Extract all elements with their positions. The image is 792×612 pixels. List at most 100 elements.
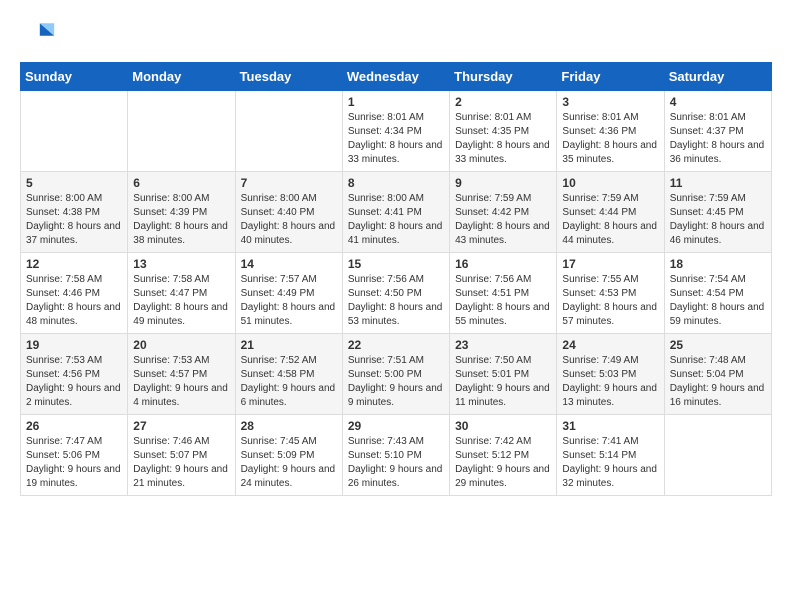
day-info-line: Sunrise: 7:54 AM bbox=[670, 273, 766, 287]
calendar-cell: 9Sunrise: 7:59 AMSunset: 4:42 PMDaylight… bbox=[450, 172, 557, 253]
calendar-cell bbox=[128, 91, 235, 172]
day-info-line: Daylight: 9 hours and 13 minutes. bbox=[562, 382, 658, 410]
day-info-line: Sunset: 4:41 PM bbox=[348, 206, 444, 220]
day-info-line: Sunrise: 7:47 AM bbox=[26, 435, 122, 449]
day-info-line: Daylight: 8 hours and 48 minutes. bbox=[26, 301, 122, 329]
day-info-line: Sunrise: 7:59 AM bbox=[562, 192, 658, 206]
day-info-line: Sunrise: 7:58 AM bbox=[133, 273, 229, 287]
day-info-line: Daylight: 8 hours and 46 minutes. bbox=[670, 220, 766, 248]
week-row-4: 19 Sunrise: 7:53 AM Sunset: 4:56 PM Dayligh… bbox=[21, 334, 772, 415]
day-info-line: Sunset: 4:56 PM bbox=[26, 368, 122, 382]
week-row-1: 1 Sunrise: 8:01 AM Sunset: 4:34 PM Daylight… bbox=[21, 91, 772, 172]
day-info-line: Sunrise: 8:01 AM bbox=[670, 111, 766, 125]
day-info-line: Daylight: 8 hours and 53 minutes. bbox=[348, 301, 444, 329]
day-info-line: Sunrise: 7:57 AM bbox=[241, 273, 337, 287]
calendar-cell: 5Sunrise: 8:00 AMSunset: 4:38 PMDaylight… bbox=[21, 172, 128, 253]
day-info-line: Sunrise: 7:53 AM bbox=[133, 354, 229, 368]
day-info-line: Daylight: 9 hours and 11 minutes. bbox=[455, 382, 551, 410]
day-number: 10 bbox=[562, 176, 658, 190]
calendar-cell: 6Sunrise: 8:00 AMSunset: 4:39 PMDaylight… bbox=[128, 172, 235, 253]
calendar-cell: 21Sunrise: 7:52 AMSunset: 4:58 PMDayligh… bbox=[235, 334, 342, 415]
calendar-body: 1 Sunrise: 8:01 AM Sunset: 4:34 PM Daylight… bbox=[21, 91, 772, 496]
day-number: 21 bbox=[241, 338, 337, 352]
day-info-line: Sunset: 4:53 PM bbox=[562, 287, 658, 301]
day-info-line: Sunrise: 7:48 AM bbox=[670, 354, 766, 368]
day-number: 11 bbox=[670, 176, 766, 190]
day-info-line: Daylight: 9 hours and 4 minutes. bbox=[133, 382, 229, 410]
day-info-line: Sunrise: 7:46 AM bbox=[133, 435, 229, 449]
calendar-cell: 13Sunrise: 7:58 AMSunset: 4:47 PMDayligh… bbox=[128, 253, 235, 334]
day-info-line: Sunrise: 7:50 AM bbox=[455, 354, 551, 368]
day-number: 4 bbox=[670, 95, 766, 109]
week-row-2: 5Sunrise: 8:00 AMSunset: 4:38 PMDaylight… bbox=[21, 172, 772, 253]
day-info-line: Sunset: 4:46 PM bbox=[26, 287, 122, 301]
day-info-line: Sunrise: 7:52 AM bbox=[241, 354, 337, 368]
day-number: 1 bbox=[348, 95, 444, 109]
day-number: 19 bbox=[26, 338, 122, 352]
day-info-line: Daylight: 9 hours and 16 minutes. bbox=[670, 382, 766, 410]
day-info-line: Sunset: 5:12 PM bbox=[455, 449, 551, 463]
day-info-line: Sunset: 4:51 PM bbox=[455, 287, 551, 301]
day-info-line: Daylight: 8 hours and 51 minutes. bbox=[241, 301, 337, 329]
day-number: 17 bbox=[562, 257, 658, 271]
calendar-cell: 31Sunrise: 7:41 AMSunset: 5:14 PMDayligh… bbox=[557, 415, 664, 496]
calendar-cell: 28Sunrise: 7:45 AMSunset: 5:09 PMDayligh… bbox=[235, 415, 342, 496]
day-info-line: Sunrise: 7:59 AM bbox=[455, 192, 551, 206]
day-info-line: Daylight: 9 hours and 6 minutes. bbox=[241, 382, 337, 410]
calendar-cell: 12Sunrise: 7:58 AMSunset: 4:46 PMDayligh… bbox=[21, 253, 128, 334]
day-number: 5 bbox=[26, 176, 122, 190]
day-info-line: Sunset: 4:45 PM bbox=[670, 206, 766, 220]
day-info-line: Sunset: 4:36 PM bbox=[562, 125, 658, 139]
day-info-line: Sunrise: 8:00 AM bbox=[26, 192, 122, 206]
day-info-line: Sunrise: 7:55 AM bbox=[562, 273, 658, 287]
day-info-line: Daylight: 9 hours and 24 minutes. bbox=[241, 463, 337, 491]
day-info-line: Sunset: 5:06 PM bbox=[26, 449, 122, 463]
day-number: 16 bbox=[455, 257, 551, 271]
header-row: SundayMondayTuesdayWednesdayThursdayFrid… bbox=[21, 63, 772, 91]
week-row-3: 12Sunrise: 7:58 AMSunset: 4:46 PMDayligh… bbox=[21, 253, 772, 334]
calendar-header: SundayMondayTuesdayWednesdayThursdayFrid… bbox=[21, 63, 772, 91]
day-info-line: Sunset: 4:37 PM bbox=[670, 125, 766, 139]
calendar-cell: 25Sunrise: 7:48 AMSunset: 5:04 PMDayligh… bbox=[664, 334, 771, 415]
day-number: 3 bbox=[562, 95, 658, 109]
day-number: 30 bbox=[455, 419, 551, 433]
calendar-cell: 16Sunrise: 7:56 AMSunset: 4:51 PMDayligh… bbox=[450, 253, 557, 334]
calendar-cell bbox=[21, 91, 128, 172]
calendar-cell: 7Sunrise: 8:00 AMSunset: 4:40 PMDaylight… bbox=[235, 172, 342, 253]
calendar-cell: 26Sunrise: 7:47 AMSunset: 5:06 PMDayligh… bbox=[21, 415, 128, 496]
day-info-line: Sunset: 4:50 PM bbox=[348, 287, 444, 301]
day-number: 23 bbox=[455, 338, 551, 352]
day-info-line: Sunset: 4:40 PM bbox=[241, 206, 337, 220]
day-number: 14 bbox=[241, 257, 337, 271]
header bbox=[20, 16, 772, 52]
calendar-cell: 15Sunrise: 7:56 AMSunset: 4:50 PMDayligh… bbox=[342, 253, 449, 334]
day-info-line: Sunset: 5:07 PM bbox=[133, 449, 229, 463]
day-info-line: Sunset: 5:00 PM bbox=[348, 368, 444, 382]
day-number: 9 bbox=[455, 176, 551, 190]
calendar-cell: 22Sunrise: 7:51 AMSunset: 5:00 PMDayligh… bbox=[342, 334, 449, 415]
day-info-line: Daylight: 8 hours and 37 minutes. bbox=[26, 220, 122, 248]
day-info-line: Sunset: 5:04 PM bbox=[670, 368, 766, 382]
week-row-5: 26Sunrise: 7:47 AMSunset: 5:06 PMDayligh… bbox=[21, 415, 772, 496]
day-info-line: Sunset: 5:10 PM bbox=[348, 449, 444, 463]
day-number: 20 bbox=[133, 338, 229, 352]
calendar-cell: 4Sunrise: 8:01 AMSunset: 4:37 PMDaylight… bbox=[664, 91, 771, 172]
calendar-cell: 19Sunrise: 7:53 AMSunset: 4:56 PMDayligh… bbox=[21, 334, 128, 415]
day-info-line: Sunrise: 7:49 AM bbox=[562, 354, 658, 368]
calendar-cell: 1Sunrise: 8:01 AMSunset: 4:34 PMDaylight… bbox=[342, 91, 449, 172]
header-day-wednesday: Wednesday bbox=[342, 63, 449, 91]
day-info-line: Daylight: 9 hours and 21 minutes. bbox=[133, 463, 229, 491]
day-info-line: Sunset: 4:39 PM bbox=[133, 206, 229, 220]
calendar-cell: 14Sunrise: 7:57 AMSunset: 4:49 PMDayligh… bbox=[235, 253, 342, 334]
day-info-line: Daylight: 8 hours and 33 minutes. bbox=[455, 139, 551, 167]
header-day-sunday: Sunday bbox=[21, 63, 128, 91]
day-info-line: Sunrise: 7:56 AM bbox=[348, 273, 444, 287]
day-info-line: Sunset: 4:34 PM bbox=[348, 125, 444, 139]
day-number: 22 bbox=[348, 338, 444, 352]
day-number: 18 bbox=[670, 257, 766, 271]
day-info-line: Sunrise: 8:01 AM bbox=[562, 111, 658, 125]
header-day-tuesday: Tuesday bbox=[235, 63, 342, 91]
calendar-cell: 18Sunrise: 7:54 AMSunset: 4:54 PMDayligh… bbox=[664, 253, 771, 334]
day-number: 7 bbox=[241, 176, 337, 190]
calendar-table: SundayMondayTuesdayWednesdayThursdayFrid… bbox=[20, 62, 772, 496]
